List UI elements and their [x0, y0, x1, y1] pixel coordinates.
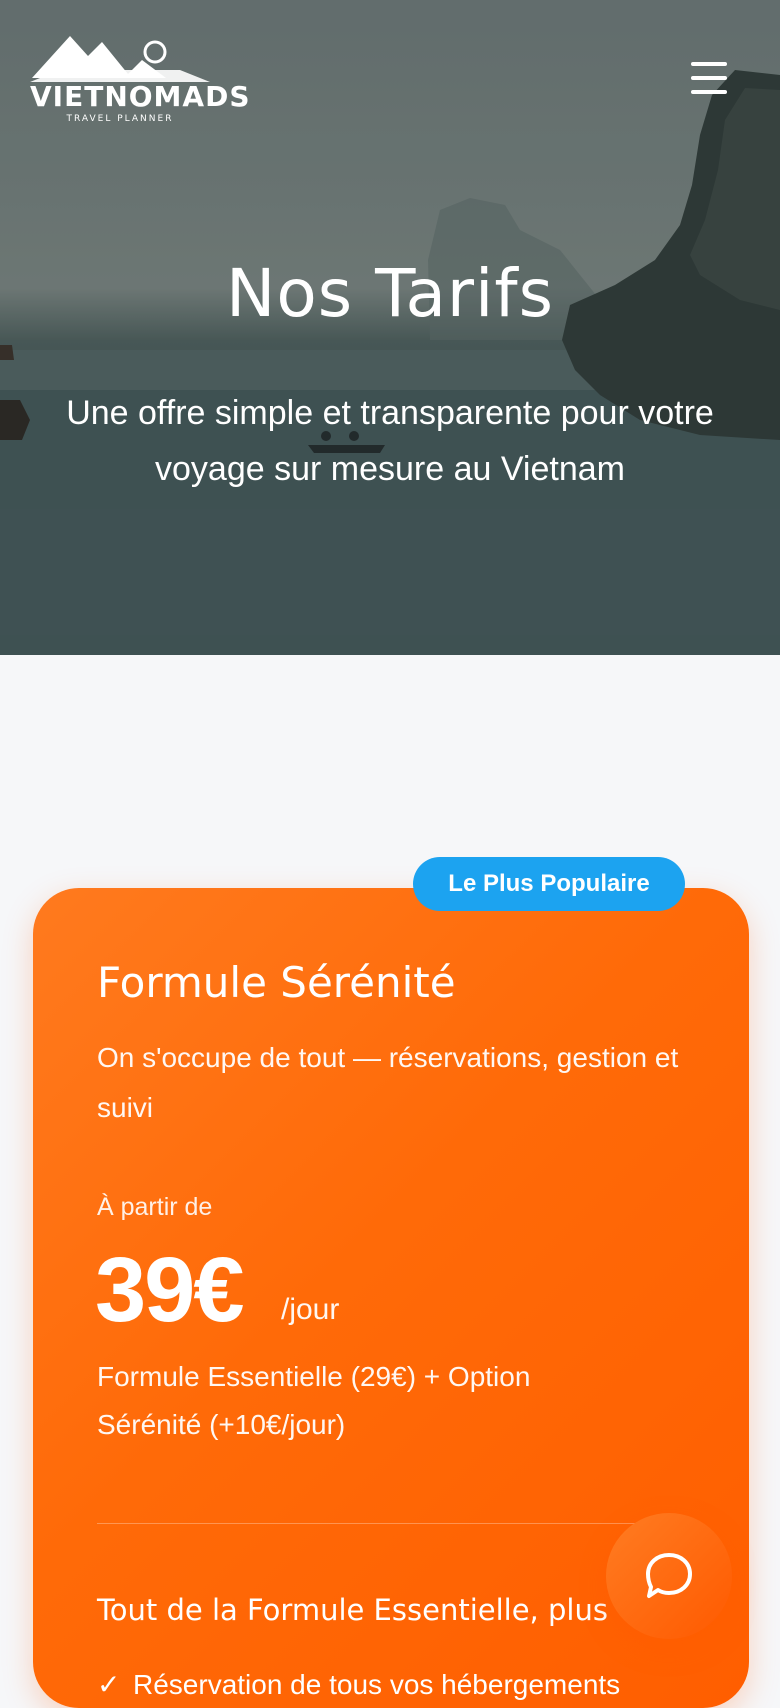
price-unit: /jour: [281, 1293, 340, 1326]
popular-badge: Le Plus Populaire: [413, 857, 685, 911]
hamburger-menu-icon[interactable]: [688, 58, 728, 98]
includes-heading: Tout de la Formule Essentielle, plus: [97, 1593, 608, 1627]
plan-price: 39€: [95, 1239, 244, 1341]
chat-button[interactable]: [606, 1513, 732, 1639]
logo-brand: VIETNOMADS: [30, 80, 251, 113]
page-title: Nos Tarifs: [225, 255, 555, 332]
feature-item: ✓ Réservation de tous vos hébergements: [97, 1668, 620, 1701]
logo[interactable]: VIETNOMADS TRAVEL PLANNER: [30, 30, 251, 130]
check-icon: ✓: [97, 1669, 121, 1700]
plan-description: On s'occupe de tout — réservations, gest…: [97, 1042, 679, 1123]
plan-title: Formule Sérénité: [97, 958, 456, 1007]
feature-label: Réservation de tous vos hébergements: [133, 1669, 621, 1700]
hero-subtitle: Une offre simple et transparente pour vo…: [66, 394, 714, 488]
logo-tagline: TRAVEL PLANNER: [66, 114, 174, 124]
card-divider: [97, 1523, 685, 1524]
chat-bubble-icon: [646, 1553, 692, 1598]
price-from-label: À partir de: [97, 1193, 213, 1221]
plan-price-detail: Formule Essentielle (29€) + Option Sérén…: [97, 1361, 531, 1440]
hero-banner: VIETNOMADS TRAVEL PLANNER Nos Tarifs Une…: [0, 0, 780, 655]
